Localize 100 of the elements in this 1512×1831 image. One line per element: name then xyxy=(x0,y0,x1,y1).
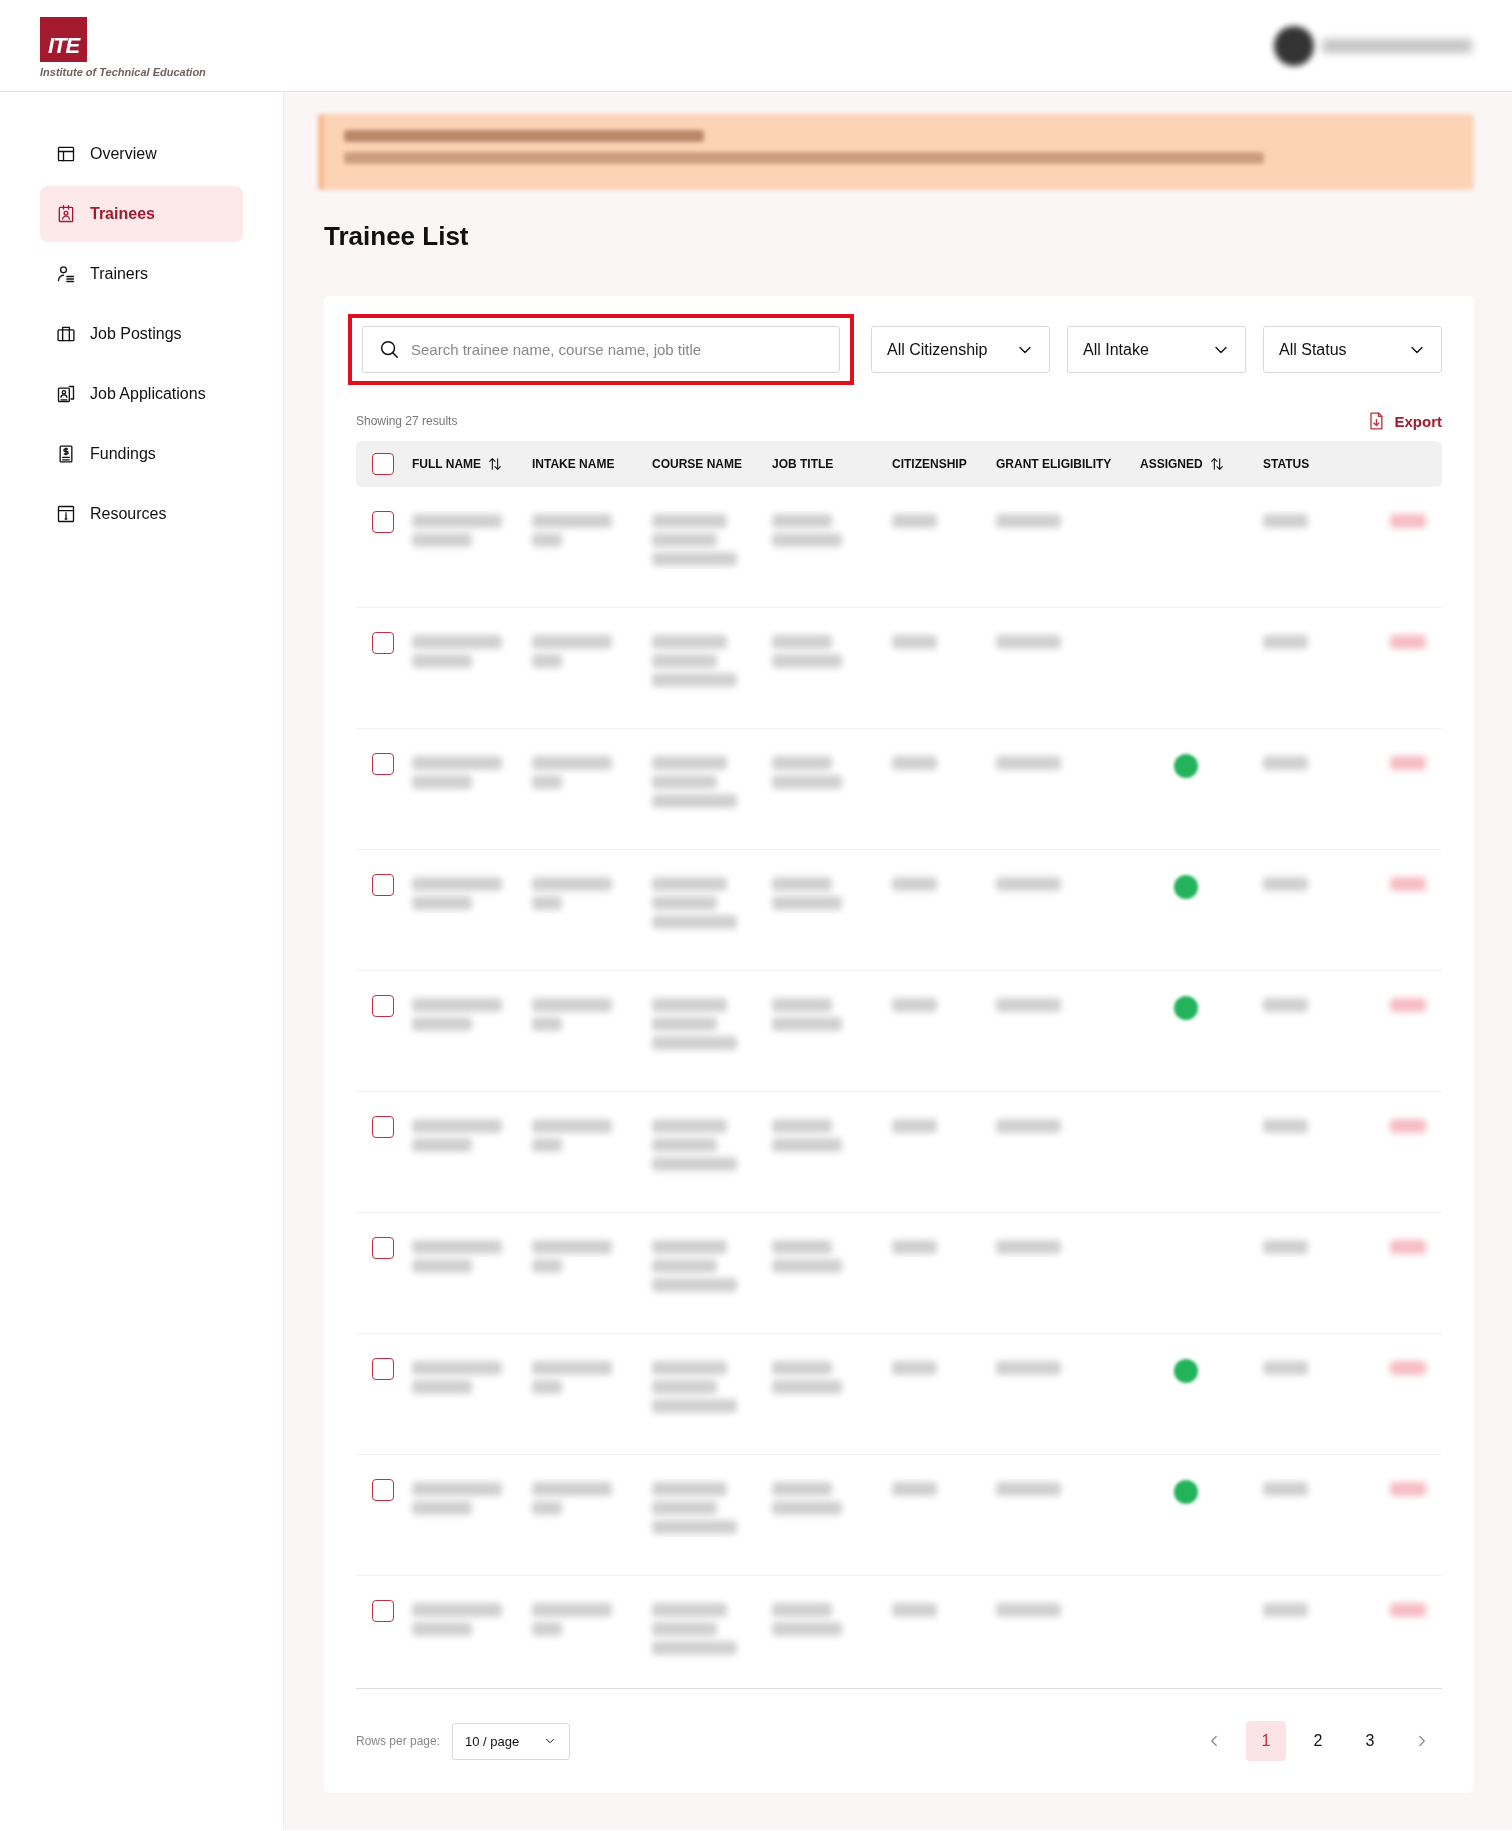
blurred-text xyxy=(1263,635,1308,649)
filter-dropdown[interactable]: All Citizenship xyxy=(871,326,1050,373)
column-header: COURSE NAME xyxy=(652,457,742,471)
user-list-icon xyxy=(56,264,76,284)
checkbox[interactable] xyxy=(372,1116,394,1138)
blurred-text xyxy=(1390,1361,1426,1375)
blurred-text xyxy=(532,775,562,789)
blurred-text xyxy=(892,514,937,528)
sidebar-item[interactable]: Trainees xyxy=(40,186,243,242)
blurred-text xyxy=(532,1017,562,1031)
sort-arrows-icon xyxy=(487,456,504,472)
column-header: FULL NAME xyxy=(412,457,482,471)
result-count: Showing 27 results xyxy=(356,414,458,428)
blurred-text xyxy=(996,1240,1061,1254)
blurred-text xyxy=(996,756,1061,770)
blurred-text xyxy=(1263,1361,1308,1375)
checkbox[interactable] xyxy=(372,874,394,896)
blurred-text xyxy=(772,1501,842,1515)
checkbox[interactable] xyxy=(372,453,394,475)
blurred-text xyxy=(652,1622,717,1636)
info-calendar-icon xyxy=(56,504,76,524)
blurred-text xyxy=(996,1482,1061,1496)
blurred-text xyxy=(412,1259,472,1273)
blurred-text xyxy=(652,1501,717,1515)
blurred-text xyxy=(772,533,842,547)
page-button[interactable]: 1 xyxy=(1246,1721,1286,1761)
blurred-text xyxy=(1390,877,1426,891)
sidebar-item[interactable]: Job Applications xyxy=(40,366,243,422)
blurred-text xyxy=(532,1622,562,1636)
blurred-text xyxy=(996,514,1061,528)
export-button[interactable]: Export xyxy=(1366,411,1442,431)
search-field[interactable]: Search trainee name, course name, job title xyxy=(362,326,840,373)
rows-per-page-label: Rows per page: xyxy=(356,1734,441,1748)
checkbox[interactable] xyxy=(372,995,394,1017)
checkbox[interactable] xyxy=(372,753,394,775)
blurred-text xyxy=(772,514,832,528)
checkbox[interactable] xyxy=(372,632,394,654)
blurred-text xyxy=(996,1603,1061,1617)
page-button[interactable]: 2 xyxy=(1298,1721,1338,1761)
column-header: CITIZENSHIP xyxy=(892,457,967,471)
blurred-text xyxy=(1390,1119,1426,1133)
blurred-text xyxy=(652,1259,717,1273)
blurred-text xyxy=(772,1380,842,1394)
blurred-text xyxy=(772,756,832,770)
blurred-text xyxy=(652,896,717,910)
blurred-text xyxy=(772,1259,842,1273)
blurred-text xyxy=(532,1501,562,1515)
logo-caption: Institute of Technical Education xyxy=(40,66,206,78)
blurred-text xyxy=(532,896,562,910)
blurred-text xyxy=(412,654,472,668)
checkbox[interactable] xyxy=(372,1600,394,1622)
blurred-text xyxy=(772,877,832,891)
blurred-text xyxy=(532,1259,562,1273)
blurred-text xyxy=(652,654,717,668)
blurred-text xyxy=(532,654,562,668)
blurred-text xyxy=(772,635,832,649)
filter-dropdown[interactable]: All Status xyxy=(1263,326,1442,373)
blurred-text xyxy=(1390,998,1426,1012)
blurred-text xyxy=(892,1603,937,1617)
blurred-text xyxy=(772,1622,842,1636)
blurred-text xyxy=(532,533,562,547)
sidebar-item[interactable]: Job Postings xyxy=(40,306,243,362)
checkbox[interactable] xyxy=(372,1479,394,1501)
checkbox[interactable] xyxy=(372,1237,394,1259)
blurred-text xyxy=(652,1380,717,1394)
page-button[interactable]: 3 xyxy=(1350,1721,1390,1761)
avatar-circle[interactable] xyxy=(1274,25,1314,66)
blurred-text xyxy=(1390,1603,1426,1617)
blurred-text xyxy=(892,756,937,770)
filter-dropdown[interactable]: All Intake xyxy=(1067,326,1246,373)
blurred-text xyxy=(892,877,937,891)
blurred-text xyxy=(1263,1482,1308,1496)
blurred-text xyxy=(996,1361,1061,1375)
checkbox[interactable] xyxy=(372,511,394,533)
document-person-icon xyxy=(56,384,76,404)
blurred-text xyxy=(1390,1482,1426,1496)
id-badge-icon xyxy=(56,204,76,224)
sidebar-item[interactable]: Fundings xyxy=(40,426,243,482)
search-icon xyxy=(378,338,400,360)
blurred-text xyxy=(1263,1240,1308,1254)
blurred-text xyxy=(1390,635,1426,649)
blurred-text xyxy=(1263,514,1308,528)
blurred-text xyxy=(1390,756,1426,770)
checkbox[interactable] xyxy=(372,1358,394,1380)
briefcase-icon xyxy=(56,324,76,344)
sidebar-item[interactable]: Resources xyxy=(40,486,243,542)
blurred-text xyxy=(652,1017,717,1031)
page-title: Trainee List xyxy=(324,221,470,252)
blurred-text xyxy=(772,1361,832,1375)
blurred-text xyxy=(1263,1119,1308,1133)
blurred-text xyxy=(1263,1603,1308,1617)
blurred-text xyxy=(892,1361,937,1375)
blurred-text xyxy=(996,1119,1061,1133)
page-size-select[interactable]: 10 / page xyxy=(452,1722,571,1760)
sidebar-item[interactable]: Overview xyxy=(40,126,243,182)
blurred-text xyxy=(892,635,937,649)
blurred-text xyxy=(892,1240,937,1254)
blurred-text xyxy=(412,775,472,789)
blurred-text xyxy=(772,896,842,910)
sidebar-item[interactable]: Trainers xyxy=(40,246,243,302)
